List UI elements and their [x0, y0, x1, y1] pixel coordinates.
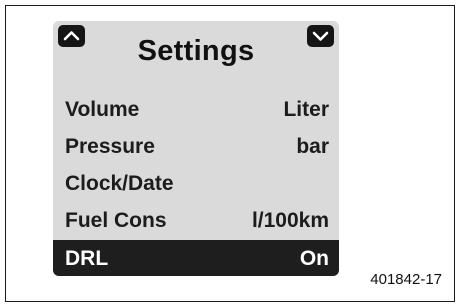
menu-item-volume[interactable]: Volume Liter [53, 91, 339, 128]
menu-item-pressure[interactable]: Pressure bar [53, 128, 339, 165]
figure-frame: Settings Volume Liter Pressure bar Clock… [5, 5, 455, 302]
menu-item-drl[interactable]: DRL On [53, 240, 339, 276]
menu-item-label: Clock/Date [65, 171, 174, 195]
menu-item-label: Volume [65, 97, 140, 121]
menu-item-value: l/100km [251, 208, 329, 232]
menu-item-label: Pressure [65, 134, 155, 158]
menu-item-value: bar [296, 134, 329, 158]
menu-item-value: Liter [283, 97, 329, 121]
menu-item-label: Fuel Cons [65, 208, 167, 232]
menu-item-label: DRL [65, 246, 109, 270]
menu-item-value: On [299, 246, 329, 270]
menu-item-clock-date[interactable]: Clock/Date [53, 165, 339, 202]
settings-screen: Settings Volume Liter Pressure bar Clock… [53, 21, 339, 276]
figure-id: 401842-17 [370, 271, 442, 288]
menu-item-fuel-cons[interactable]: Fuel Cons l/100km [53, 202, 339, 239]
screen-title: Settings [137, 35, 255, 67]
